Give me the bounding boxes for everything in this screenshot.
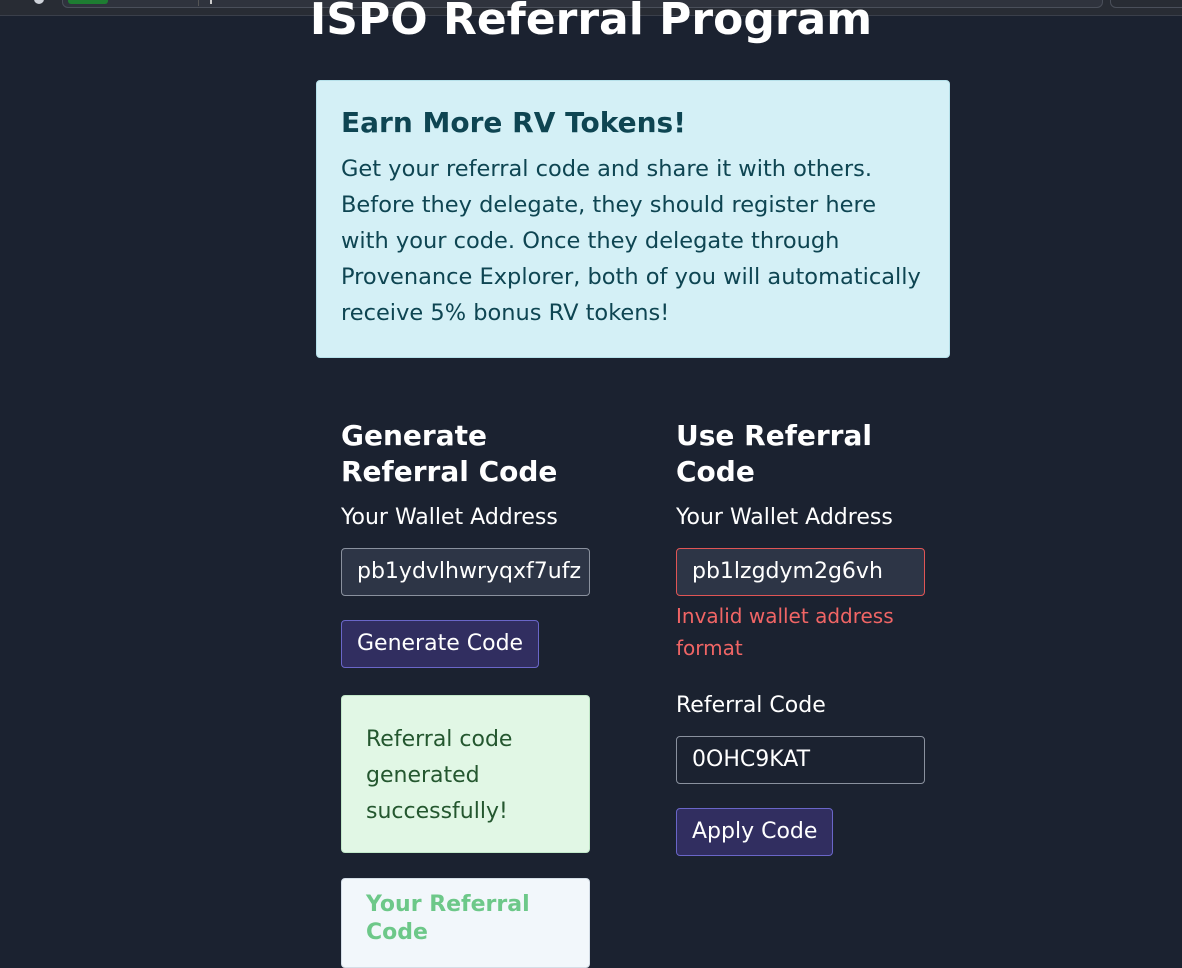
success-alert: Referral code generated successfully! <box>341 695 590 853</box>
referral-code-card: Your Referral Code <box>341 878 590 968</box>
wallet-error-message: Invalid wallet address format <box>676 604 894 660</box>
generate-section: Generate Referral Code Your Wallet Addre… <box>341 418 601 668</box>
use-heading: Use Referral Code <box>676 419 872 488</box>
generate-code-button[interactable]: Generate Code <box>341 620 540 668</box>
generate-wallet-label: Your Wallet Address <box>341 505 558 530</box>
generate-heading: Generate Referral Code <box>341 419 558 488</box>
apply-code-button[interactable]: Apply Code <box>676 808 834 856</box>
page-title: ISPO Referral Program <box>309 0 873 45</box>
use-wallet-label: Your Wallet Address <box>676 505 893 530</box>
referral-code-input[interactable]: 0OHC9KAT <box>676 736 925 784</box>
generate-wallet-input[interactable]: pb1ydvlhwryqxf7ufz <box>341 548 590 596</box>
referral-code-label: Referral Code <box>676 693 826 718</box>
info-body: Get your referral code and share it with… <box>341 156 921 326</box>
use-wallet-input[interactable]: pb1lzgdym2g6vh <box>676 548 925 596</box>
info-alert: Earn More RV Tokens! Get your referral c… <box>316 80 950 358</box>
referral-code-title: Your Referral Code <box>366 892 530 945</box>
info-heading: Earn More RV Tokens! <box>341 106 686 139</box>
use-section: Use Referral Code Your Wallet Address pb… <box>676 418 956 856</box>
